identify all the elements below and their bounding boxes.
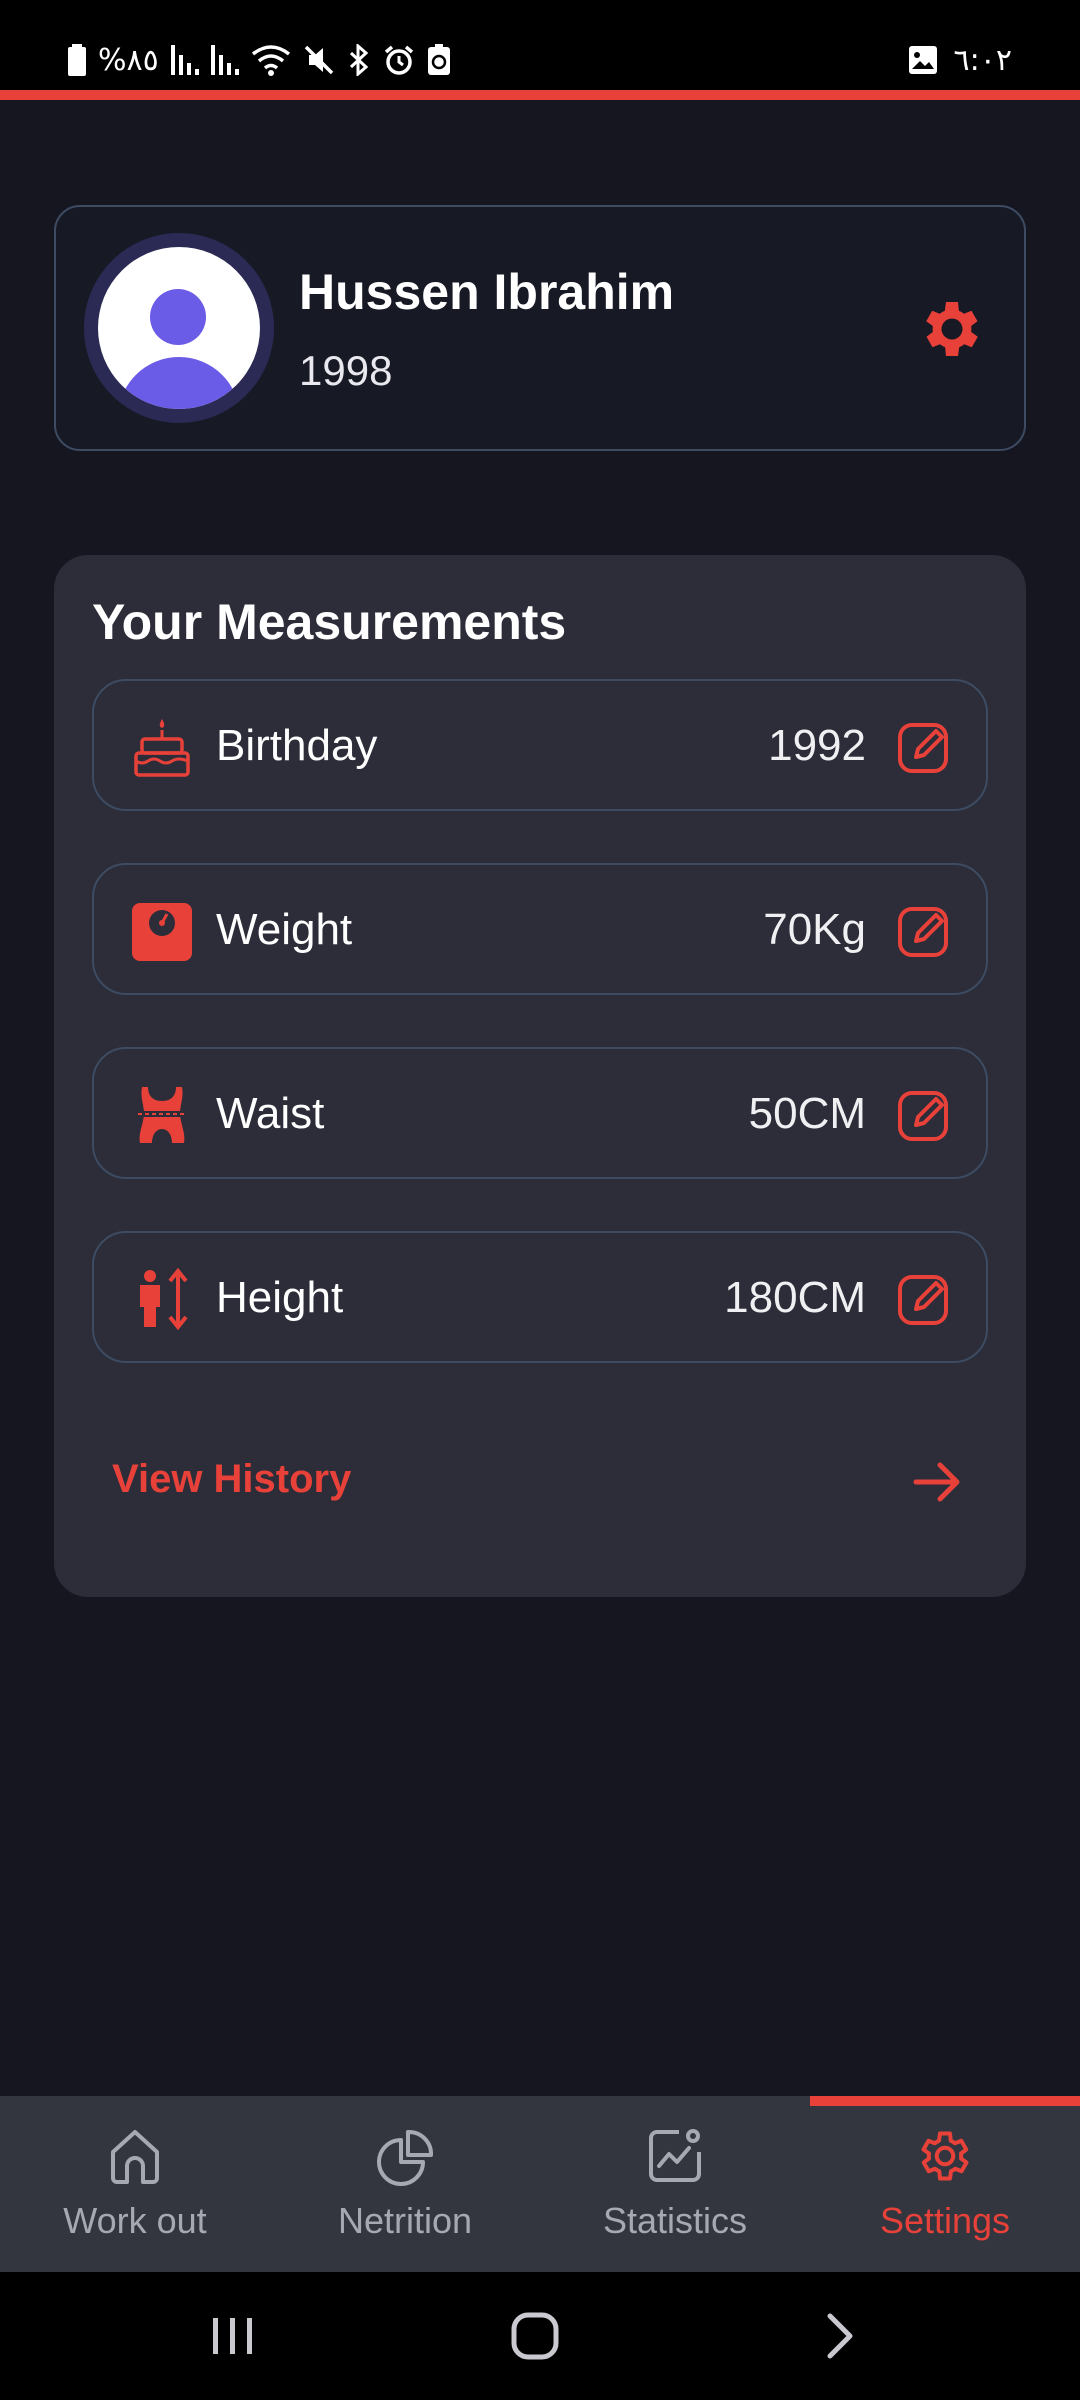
user-avatar-icon [98, 247, 260, 409]
nav-item-settings[interactable]: Settings [810, 2096, 1080, 2272]
header-accent-line [0, 90, 1080, 100]
status-bar-left: %٨٥ [68, 40, 451, 80]
alarm-icon [383, 42, 415, 78]
gear-icon [921, 2131, 969, 2181]
battery-percentage: %٨٥ [98, 42, 159, 78]
chart-icon [649, 2129, 701, 2182]
pie-chart-icon [377, 2129, 434, 2186]
measurements-panel: Your Measurements Birthday 1992 Weight 7… [54, 555, 1026, 1597]
cake-icon [134, 719, 190, 777]
gallery-icon [908, 42, 938, 78]
nav-label: Settings [879, 2200, 1011, 2241]
measurement-value: 180CM [724, 1273, 866, 1322]
scale-icon [132, 903, 192, 961]
height-icon [140, 1267, 188, 1331]
back-icon[interactable] [808, 2306, 868, 2366]
measurement-value: 1992 [768, 721, 866, 770]
measurement-row-height[interactable]: Height 180CM [92, 1231, 988, 1363]
wifi-icon [251, 42, 291, 78]
profile-name: Hussen Ibrahim [299, 264, 675, 320]
measurement-label: Waist [216, 1089, 325, 1138]
bluetooth-icon [347, 42, 371, 78]
edit-icon[interactable] [896, 1271, 952, 1327]
profile-year: 1998 [299, 347, 393, 394]
avatar[interactable] [84, 233, 274, 423]
signal-icon [170, 42, 199, 78]
measurement-label: Height [216, 1273, 344, 1322]
bottom-navigation: Work out Netrition Statistics Settings [0, 2096, 1080, 2272]
clock: ٦:٠٢ [953, 42, 1012, 78]
measurement-label: Birthday [216, 721, 378, 770]
nav-label: Work out [63, 2200, 207, 2241]
view-history-link[interactable]: View History [112, 1457, 351, 1502]
measurement-row-birthday[interactable]: Birthday 1992 [92, 679, 988, 811]
measurement-row-weight[interactable]: Weight 70Kg [92, 863, 988, 995]
arrow-right-icon[interactable] [910, 1455, 964, 1509]
nav-item-nutrition[interactable]: Netrition [270, 2096, 540, 2272]
measurement-label: Weight [216, 905, 353, 954]
profile-card[interactable]: Hussen Ibrahim 1998 [54, 205, 1026, 451]
edit-icon[interactable] [896, 719, 952, 775]
measurement-value: 70Kg [763, 905, 866, 954]
measurement-row-waist[interactable]: Waist 50CM [92, 1047, 988, 1179]
measurements-title: Your Measurements [92, 594, 567, 650]
system-navigation-bar [0, 2272, 1080, 2400]
status-bar-right: ٦:٠٢ [908, 40, 1012, 80]
nav-label: Statistics [602, 2200, 748, 2241]
nav-label: Netrition [337, 2200, 473, 2241]
battery-icon [68, 42, 86, 78]
home-button-icon[interactable] [505, 2306, 565, 2366]
signal-icon-2 [210, 42, 239, 78]
nav-item-workout[interactable]: Work out [0, 2096, 270, 2272]
home-icon [111, 2130, 159, 2184]
mute-icon [303, 42, 335, 78]
measurement-value: 50CM [748, 1089, 866, 1138]
edit-icon[interactable] [896, 903, 952, 959]
recycle-battery-icon [427, 42, 451, 78]
edit-icon[interactable] [896, 1087, 952, 1143]
status-bar: %٨٥ ٦:٠٢ [0, 0, 1080, 90]
recent-apps-icon[interactable] [203, 2306, 263, 2366]
waist-icon [138, 1087, 186, 1143]
nav-item-statistics[interactable]: Statistics [540, 2096, 810, 2272]
gear-icon[interactable] [916, 293, 988, 365]
